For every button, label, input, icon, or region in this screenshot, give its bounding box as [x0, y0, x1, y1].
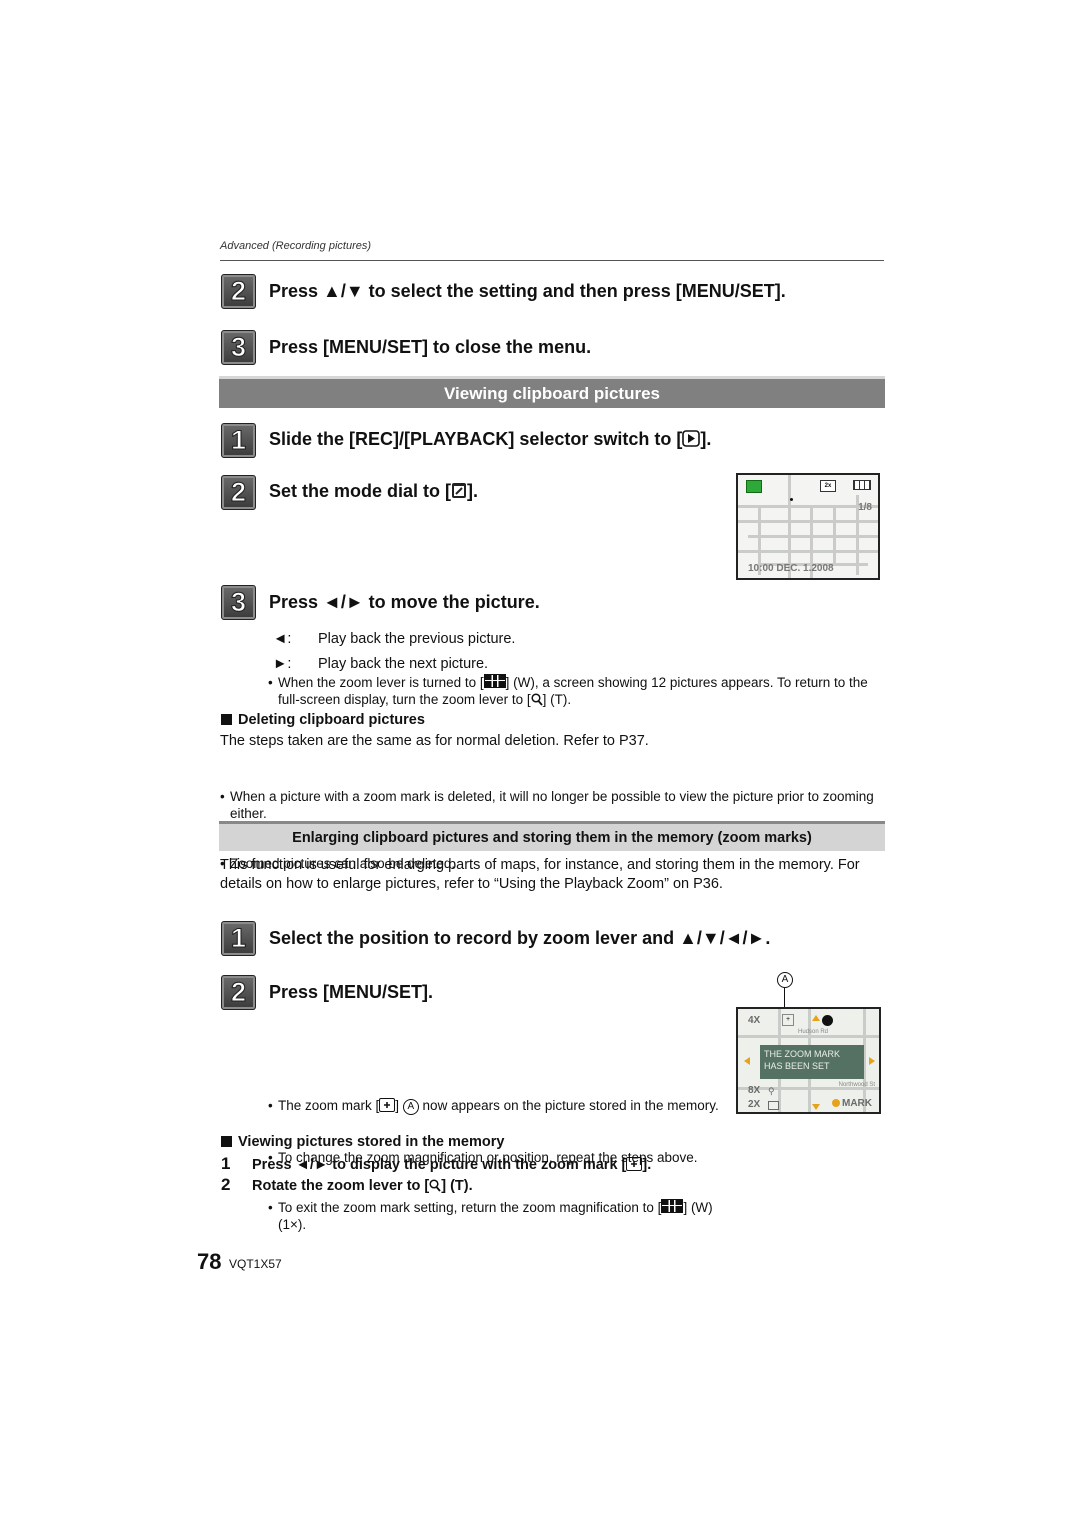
- camera-screen-preview-map: 2x 1/8 10:00 DEC. 1.2008: [736, 473, 880, 580]
- key-action-next: ►: Play back the next picture.: [273, 655, 488, 674]
- header-rule: [220, 260, 884, 261]
- bullet-text: ]: [395, 1098, 403, 1113]
- memory-step-1: 1 Press ◄/► to display the picture with t…: [221, 1154, 651, 1174]
- multi-playback-icon: [768, 1101, 779, 1110]
- street-label: Hudson Rd: [798, 1029, 829, 1035]
- camera-screen-preview-zoom-mark: 4X + Hudson Rd THE ZOOM MARK HAS BEEN SE…: [736, 1007, 881, 1114]
- step-2-select-setting: 2 Press ▲/▼ to select the setting and th…: [221, 274, 786, 309]
- step-3-move-picture: 3 Press ◄/► to move the picture.: [221, 585, 540, 620]
- bullet-text: To exit the zoom mark setting, return th…: [278, 1200, 662, 1215]
- key-action-previous: ◄: Play back the previous picture.: [273, 630, 515, 649]
- zoom-magnifier-icon: [429, 1179, 441, 1196]
- multi-playback-icon: [661, 1199, 684, 1213]
- step-text-part: Set the mode dial to [: [269, 481, 452, 501]
- step-number-badge: 1: [221, 921, 256, 956]
- zoom-mark-bullet: The zoom mark [] A now appears on the pi…: [268, 1097, 738, 1115]
- zoom-mark-icon: [379, 1098, 396, 1112]
- step-2-press-menu-set: 2 Press [MENU/SET].: [221, 975, 433, 1010]
- key-left-label: ◄:: [273, 631, 292, 647]
- deleting-bullet: When a picture with a zoom mark is delet…: [220, 788, 880, 822]
- step-number-badge: 3: [221, 585, 256, 620]
- step-text-part: ].: [467, 481, 479, 501]
- key-right-label: ►:: [273, 656, 292, 672]
- zoom-mark-icon: [626, 1157, 643, 1171]
- step-3-close-menu: 3 Press [MENU/SET] to close the menu.: [221, 330, 591, 365]
- step-text: Slide the [REC]/[PLAYBACK] selector swit…: [269, 429, 711, 452]
- step-text: Press [MENU/SET].: [269, 982, 434, 1002]
- step-text: Select the position to record by zoom le…: [269, 928, 771, 948]
- step-text-part: ].: [700, 429, 712, 449]
- zoom-mark-bullet: To exit the zoom mark setting, return th…: [268, 1199, 738, 1233]
- deleting-title: Deleting clipboard pictures: [238, 712, 425, 728]
- key-action-text: Play back the next picture.: [318, 656, 489, 672]
- memory-step-2: 2 Rotate the zoom lever to [ ] (T).: [221, 1175, 473, 1196]
- record-dot-icon: [822, 1015, 833, 1026]
- step-1-slide-selector: 1 Slide the [REC]/[PLAYBACK] selector sw…: [221, 423, 711, 458]
- note-text: When the zoom lever is turned to [: [278, 675, 484, 690]
- bullet-text: now appears on the picture stored in the…: [418, 1098, 719, 1113]
- deleting-body: The steps taken are the same as for norm…: [220, 733, 649, 749]
- menu-set-button-icon: [832, 1099, 840, 1107]
- memory-step-text: ].: [642, 1157, 652, 1173]
- note-text: ] (T).: [542, 692, 572, 707]
- zoom-mark-set-message: THE ZOOM MARK HAS BEEN SET: [760, 1045, 864, 1079]
- step-number-badge: 3: [221, 330, 256, 365]
- viewing-memory-title: Viewing pictures stored in the memory: [238, 1134, 505, 1150]
- zoom-badge: 2x: [820, 480, 836, 492]
- zoom-option: 2X: [748, 1099, 761, 1110]
- arrow-right-icon: [869, 1057, 875, 1065]
- model-code: VQT1X57: [229, 1257, 282, 1271]
- zoom-magnifier-icon: [531, 693, 543, 710]
- section-banner-viewing-clipboard: Viewing clipboard pictures: [219, 376, 885, 408]
- note-zoom-lever: When the zoom lever is turned to [] (W),…: [268, 674, 888, 710]
- section-label: Advanced (Recording pictures): [220, 240, 372, 252]
- battery-icon: [853, 480, 871, 490]
- frame-counter: 1/8: [858, 502, 872, 513]
- callout-label-a: A: [777, 972, 793, 988]
- playback-icon: [682, 430, 701, 452]
- zoom-marks-intro: This function is useful for enlarging pa…: [220, 857, 860, 892]
- section-banner-zoom-marks: Enlarging clipboard pictures and storing…: [219, 821, 885, 851]
- memory-step-number: 1: [221, 1154, 231, 1173]
- deleting-heading: Deleting clipboard pictures: [221, 712, 425, 728]
- zoom-level-readout: 4X: [748, 1015, 761, 1026]
- arrow-up-icon: [812, 1015, 820, 1021]
- street-label: Northwood St: [838, 1082, 875, 1088]
- step-text: Press ▲/▼ to select the setting and then…: [269, 281, 786, 301]
- page-number: 78: [197, 1249, 222, 1274]
- memory-step-text: ] (T).: [441, 1178, 473, 1194]
- clipboard-icon: [746, 480, 762, 493]
- step-text: Press [MENU/SET] to close the menu.: [269, 337, 592, 357]
- step-1-select-position: 1 Select the position to record by zoom …: [221, 921, 770, 956]
- arrow-down-icon: [812, 1104, 820, 1110]
- viewing-memory-heading: Viewing pictures stored in the memory: [221, 1134, 504, 1150]
- zoom-option: 8X: [748, 1085, 761, 1096]
- step-number-badge: 2: [221, 475, 256, 510]
- memory-step-text: Rotate the zoom lever to [: [252, 1178, 430, 1194]
- datetime-readout: 10:00 DEC. 1.2008: [748, 563, 834, 574]
- step-text: Set the mode dial to [].: [269, 481, 478, 504]
- callout-reference-a: A: [402, 1099, 419, 1115]
- zoom-magnifier-icon: ⚲: [768, 1086, 775, 1096]
- step-2-mode-dial: 2 Set the mode dial to [].: [221, 475, 478, 510]
- square-bullet-icon: [221, 1136, 232, 1147]
- step-number-badge: 2: [221, 975, 256, 1010]
- square-bullet-icon: [221, 714, 232, 725]
- clipboard-mode-icon: [451, 482, 467, 504]
- step-number-badge: 2: [221, 274, 256, 309]
- bullet-text: The zoom mark [: [278, 1098, 380, 1113]
- key-action-text: Play back the previous picture.: [318, 631, 516, 647]
- zoom-mark-indicator-icon: +: [782, 1014, 794, 1026]
- mark-label: MARK: [842, 1098, 872, 1109]
- step-text: Press ◄/► to move the picture.: [269, 592, 540, 612]
- memory-step-number: 2: [221, 1175, 231, 1194]
- position-dot: [790, 498, 793, 501]
- multi-playback-icon: [483, 674, 506, 688]
- memory-step-text: Press ◄/► to display the picture with th…: [252, 1157, 627, 1173]
- step-number-badge: 1: [221, 423, 256, 458]
- arrow-left-icon: [744, 1057, 750, 1065]
- step-text-part: Slide the [REC]/[PLAYBACK] selector swit…: [269, 429, 683, 449]
